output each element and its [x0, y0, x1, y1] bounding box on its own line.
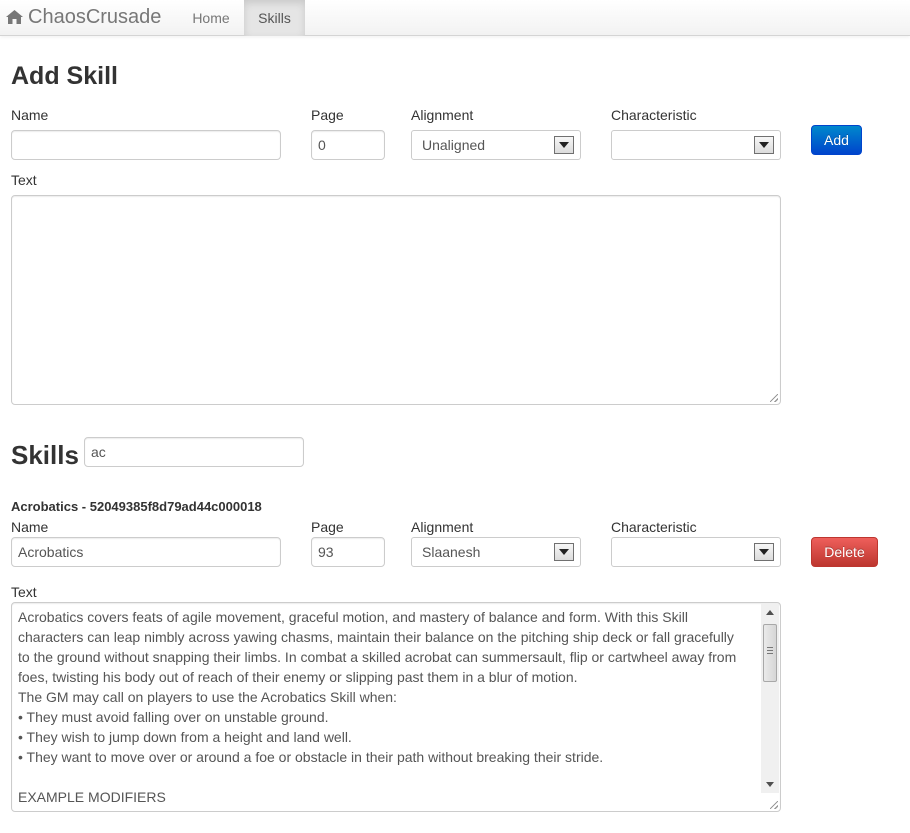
skill-page-label: Page	[311, 519, 344, 535]
text-line: • They want to move over or around a foe…	[18, 749, 604, 765]
dropdown-arrow-icon[interactable]	[554, 543, 574, 561]
skill-alignment-label: Alignment	[411, 519, 474, 535]
skill-title: Acrobatics - 52049385f8d79ad44c000018	[11, 499, 262, 514]
text-label: Text	[11, 172, 37, 188]
alignment-selected-value: Unaligned	[422, 137, 486, 153]
resize-grip-icon[interactable]	[770, 801, 778, 809]
brand-name: ChaosCrusade	[28, 5, 162, 28]
add-skill-heading: Add Skill	[11, 62, 118, 90]
text-line: foes, twisting his body out of reach of …	[18, 669, 578, 685]
resize-grip-icon[interactable]	[770, 394, 778, 402]
skill-text-label: Text	[11, 584, 37, 600]
skill-text-textarea[interactable]: Acrobatics covers feats of agile movemen…	[11, 602, 781, 812]
skill-characteristic-label: Characteristic	[611, 519, 697, 535]
characteristic-select[interactable]	[611, 130, 781, 160]
text-line: characters can leap nimbly across yawing…	[18, 629, 734, 645]
alignment-select[interactable]: Unaligned	[411, 130, 581, 160]
scrollbar-thumb[interactable]	[763, 624, 777, 682]
page-label: Page	[311, 107, 344, 123]
skills-filter-input[interactable]: ac	[84, 437, 304, 467]
add-button[interactable]: Add	[811, 125, 862, 155]
text-line: • They wish to jump down from a height a…	[18, 729, 352, 745]
home-icon	[6, 10, 23, 24]
scroll-down-arrow-icon[interactable]	[761, 776, 779, 793]
navbar: ChaosCrusade Home Skills	[0, 0, 910, 36]
text-line: to the ground without snapping their lim…	[18, 649, 737, 665]
text-line	[18, 767, 758, 787]
textarea-scrollbar[interactable]	[761, 604, 779, 793]
nav-skills[interactable]: Skills	[244, 0, 305, 36]
text-line: • They must avoid falling over on unstab…	[18, 709, 329, 725]
text-line: EXAMPLE MODIFIERS	[18, 789, 166, 805]
skills-heading: Skills	[11, 440, 79, 470]
name-input[interactable]	[11, 130, 281, 160]
skill-alignment-selected-value: Slaanesh	[422, 544, 481, 560]
name-label: Name	[11, 107, 49, 123]
scroll-up-arrow-icon[interactable]	[761, 604, 779, 621]
delete-button[interactable]: Delete	[811, 537, 878, 567]
text-line: Acrobatics covers feats of agile movemen…	[18, 609, 688, 625]
skill-alignment-select[interactable]: Slaanesh	[411, 537, 581, 567]
characteristic-label: Characteristic	[611, 107, 697, 123]
dropdown-arrow-icon[interactable]	[754, 136, 774, 154]
skill-characteristic-select[interactable]	[611, 537, 781, 567]
dropdown-arrow-icon[interactable]	[754, 543, 774, 561]
skill-name-input[interactable]: Acrobatics	[11, 537, 281, 567]
skill-page-input[interactable]: 93	[311, 537, 385, 567]
page-input[interactable]: 0	[311, 130, 385, 160]
dropdown-arrow-icon[interactable]	[554, 136, 574, 154]
text-textarea[interactable]	[11, 195, 781, 405]
brand-link[interactable]: ChaosCrusade	[6, 5, 161, 29]
skill-name-label: Name	[11, 519, 49, 535]
alignment-label: Alignment	[411, 107, 474, 123]
text-line: The GM may call on players to use the Ac…	[18, 689, 397, 705]
skill-text-content: Acrobatics covers feats of agile movemen…	[18, 607, 758, 807]
nav-home[interactable]: Home	[178, 0, 244, 36]
